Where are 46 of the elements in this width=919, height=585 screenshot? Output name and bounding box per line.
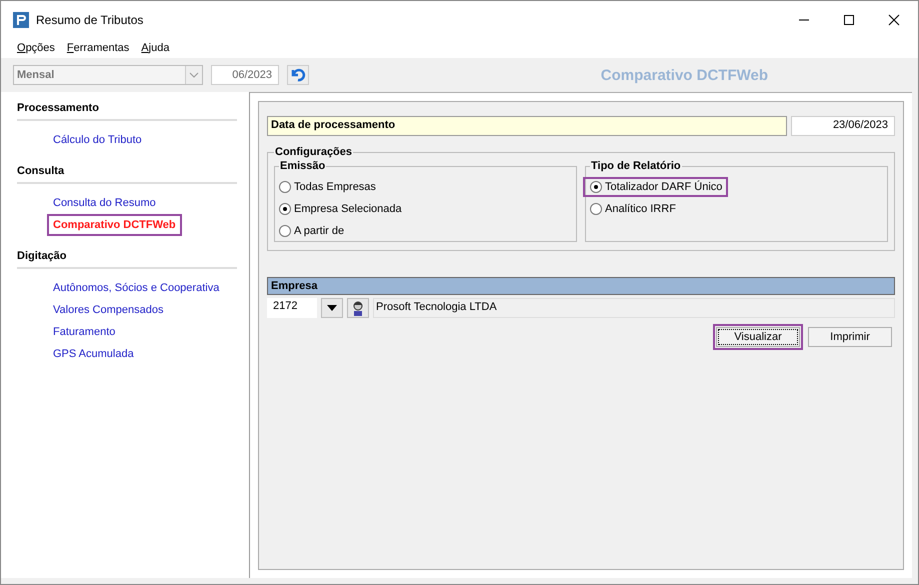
menu-item[interactable]: Ajuda <box>141 42 170 54</box>
nav-link[interactable]: GPS Acumulada <box>47 343 140 365</box>
undo-button[interactable] <box>287 65 309 85</box>
undo-icon <box>290 68 306 82</box>
section-title: Digitação <box>17 250 237 269</box>
radio-button[interactable] <box>279 181 291 193</box>
radio-button[interactable] <box>590 203 602 215</box>
nav-link[interactable]: Faturamento <box>47 321 122 343</box>
caret-down-icon <box>327 305 337 311</box>
page-heading: Comparativo DCTFWeb <box>600 66 768 84</box>
processing-date-label: Data de processamento <box>267 116 787 136</box>
company-section-header: Empresa <box>267 277 895 295</box>
nav-link[interactable]: Autônomos, Sócios e Cooperativa <box>47 277 226 299</box>
app-logo-icon <box>13 12 29 28</box>
close-icon[interactable] <box>888 14 900 26</box>
section-title: Consulta <box>17 165 237 184</box>
group-title: Tipo de Relatório <box>590 160 682 172</box>
maximize-icon[interactable] <box>843 14 855 26</box>
nav-link[interactable]: Valores Compensados <box>47 299 170 321</box>
radio-label: Empresa Selecionada <box>294 203 402 215</box>
radio-label: Analítico IRRF <box>605 203 676 215</box>
radio-button[interactable] <box>590 181 602 193</box>
chevron-down-icon <box>185 66 202 84</box>
company-code-field[interactable]: 2172 <box>267 298 317 318</box>
person-icon <box>351 300 365 316</box>
radio-label: Totalizador DARF Único <box>583 177 728 197</box>
radio-button[interactable] <box>279 225 291 237</box>
month-field[interactable]: 06/2023 <box>211 65 279 85</box>
person-search-button[interactable] <box>347 298 369 318</box>
menu-item[interactable]: Opções <box>17 42 55 54</box>
processing-date-field[interactable]: 23/06/2023 <box>791 116 895 136</box>
nav-link[interactable]: Comparativo DCTFWeb <box>47 214 182 236</box>
group-title: Configurações <box>274 146 354 158</box>
menu-item[interactable]: Ferramentas <box>66 42 130 54</box>
radio-label: Todas Empresas <box>294 181 376 193</box>
action-button[interactable]: Visualizar <box>716 327 800 347</box>
dropdown-button[interactable] <box>321 298 343 318</box>
group-title: Emissão <box>279 160 326 172</box>
company-name-field: Prosoft Tecnologia LTDA <box>373 298 895 318</box>
radio-label: A partir de <box>294 225 344 237</box>
nav-link[interactable]: Cálculo do Tributo <box>47 129 148 151</box>
radio-button[interactable] <box>279 203 291 215</box>
nav-link[interactable]: Consulta do Resumo <box>47 192 162 214</box>
section-title: Processamento <box>17 102 237 121</box>
window-title: Resumo de Tributos <box>36 12 144 26</box>
action-button[interactable]: Imprimir <box>808 327 892 347</box>
